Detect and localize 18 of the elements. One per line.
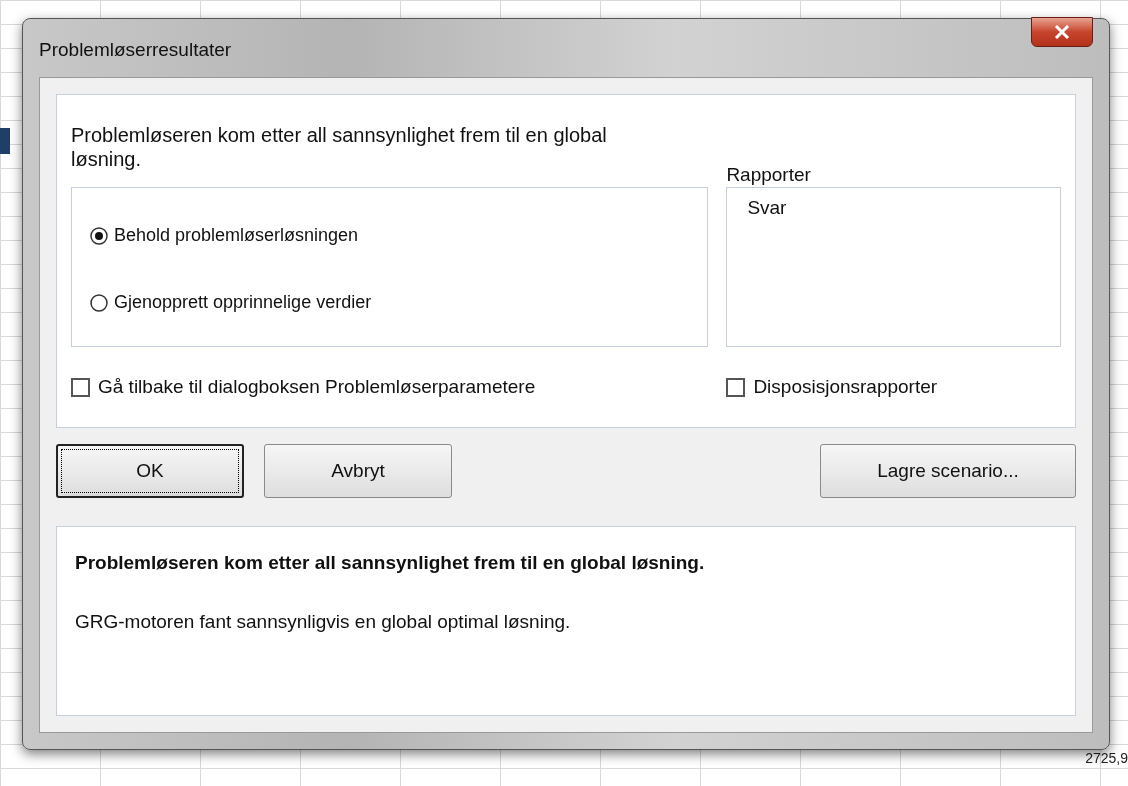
details-text: GRG-motoren fant sannsynligvis en global optimal løsning. <box>75 609 572 634</box>
window-title: Problemløserresultater <box>39 37 232 62</box>
report-item[interactable]: Svar <box>745 194 789 223</box>
details-heading: Problemløseren kom etter all sannsynlighet frem til en global løsning. <box>75 551 706 575</box>
checkbox[interactable]: Gå tilbake til dialogboksen Problemløserparametere <box>71 373 536 402</box>
result-message: Problemløseren kom etter all sannsynlighet frem til en global løsning. <box>71 123 608 171</box>
selected-cell <box>0 128 10 154</box>
reports-label: Rapporter <box>726 163 812 187</box>
reports-list[interactable]: Svar <box>726 187 1061 347</box>
checkbox[interactable]: Disposisjonsrapporter <box>726 373 938 402</box>
dialog-button[interactable]: Avbryt <box>264 444 452 498</box>
close-button[interactable] <box>1031 17 1093 47</box>
radio-option[interactable]: Behold problemløserløsningen <box>90 222 690 249</box>
radio-option[interactable]: Gjenopprett opprinnelige verdier <box>90 289 690 316</box>
close-icon <box>1054 25 1070 39</box>
dialog-button[interactable]: Lagre scenario... <box>820 444 1076 498</box>
cell-value: 2725,9 <box>1085 749 1128 768</box>
dialog-button[interactable]: OK <box>56 444 244 498</box>
